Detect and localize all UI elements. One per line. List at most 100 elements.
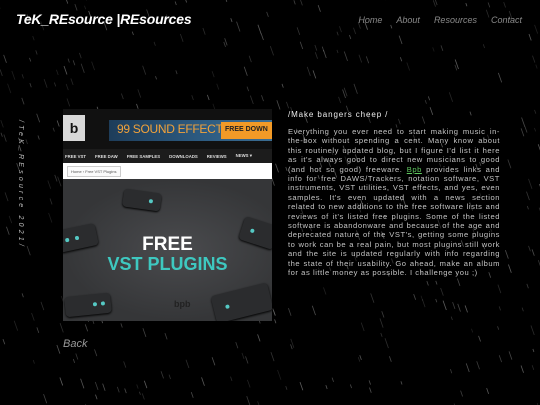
rain-streak [520,365,524,373]
rain-streak [102,383,106,391]
rain-streak [72,60,76,66]
article-body: Everything you ever need to start making… [288,127,500,278]
rain-streak [269,46,274,56]
rain-streak [314,52,318,59]
rain-streak [174,1,177,6]
nav-link-contact[interactable]: Contact [491,15,522,25]
rain-streak [56,120,60,127]
rain-streak [257,334,261,342]
rain-streak [531,249,535,256]
nav-link-home[interactable]: Home [358,15,382,25]
rain-streak [153,41,156,46]
article-body-part-2: provides links and info for free DAWS/Tr… [288,164,500,278]
rain-streak [257,401,260,405]
rain-streak [52,127,55,132]
rain-streak [160,371,164,379]
rain-streak [456,278,461,287]
rain-streak [435,280,438,285]
rain-streak [338,96,342,104]
rain-streak [59,323,64,333]
rain-streak [0,69,3,77]
rain-streak [185,359,190,369]
rain-streak [230,376,233,381]
rain-streak [508,351,513,360]
rain-streak [426,280,429,286]
rain-streak [21,74,24,79]
vertical-site-label: /TeK_REsource 2021/ [17,120,24,250]
rain-streak [526,191,530,201]
rain-streak [343,51,348,61]
rain-streak [311,305,316,316]
rain-streak [25,139,28,145]
rain-streak [164,332,168,340]
rain-streak [116,386,120,393]
rain-streak [384,338,389,349]
rain-streak [277,369,282,380]
site-title[interactable]: TeK_REsource |REsources [16,11,192,27]
rain-streak [137,89,142,98]
nav-link-about[interactable]: About [396,15,420,25]
rain-streak [155,76,157,80]
rain-streak [246,396,251,405]
rain-streak [54,174,58,182]
rain-streak [435,298,438,303]
rain-streak [245,356,249,364]
rain-streak [432,47,435,52]
rain-streak [306,66,311,76]
rain-streak [357,356,361,362]
rain-streak [498,355,502,363]
rain-streak [236,21,241,32]
rain-streak [261,95,264,102]
rain-streak [432,0,436,7]
rain-streak [241,352,245,360]
thumb-hero-subtitle: VST PLUGINS [107,254,228,274]
rain-streak [74,4,78,11]
rain-streak [442,300,447,311]
rain-streak [124,388,127,394]
rain-streak [37,135,40,140]
bpb-link[interactable]: Bpb [407,165,422,174]
rain-streak [142,328,147,338]
thumb-bpb-logo: bpb [174,299,191,309]
rain-streak [120,93,124,100]
rain-streak [36,113,41,123]
rain-streak [11,70,16,80]
rain-streak [142,65,147,75]
rain-streak [317,4,321,12]
rain-streak [0,119,4,128]
rain-streak [70,78,74,86]
rain-streak [482,44,485,49]
rain-streak [460,390,463,397]
rain-streak [534,127,537,132]
rain-streak [43,394,48,404]
rain-streak [225,0,228,3]
rain-streak [530,325,535,336]
rain-streak [389,356,392,362]
rain-streak [465,2,468,7]
rain-streak [168,374,171,380]
rain-streak [471,328,474,333]
rain-streak [94,381,99,391]
rain-streak [84,324,89,332]
rain-streak [276,100,281,110]
nav-link-resources[interactable]: Resources [434,15,477,25]
rain-streak [53,82,57,87]
rain-streak [400,381,403,385]
rain-streak [80,378,85,389]
rain-streak [535,64,538,69]
rain-streak [202,27,206,35]
rain-streak [312,70,317,79]
rain-streak [369,387,372,393]
rain-streak [508,264,512,273]
rain-streak [266,11,269,17]
thumb-menu-bar: FREE VST FREE DAW FREE SAMPLES DOWNLOADS… [63,149,272,163]
rain-streak [331,377,334,383]
rain-streak [353,83,358,94]
back-link[interactable]: Back [63,338,87,350]
rain-streak [91,61,95,71]
rain-streak [498,306,501,311]
rain-streak [43,79,48,88]
rain-streak [406,62,411,71]
rain-streak [440,45,444,51]
rain-streak [486,388,490,394]
